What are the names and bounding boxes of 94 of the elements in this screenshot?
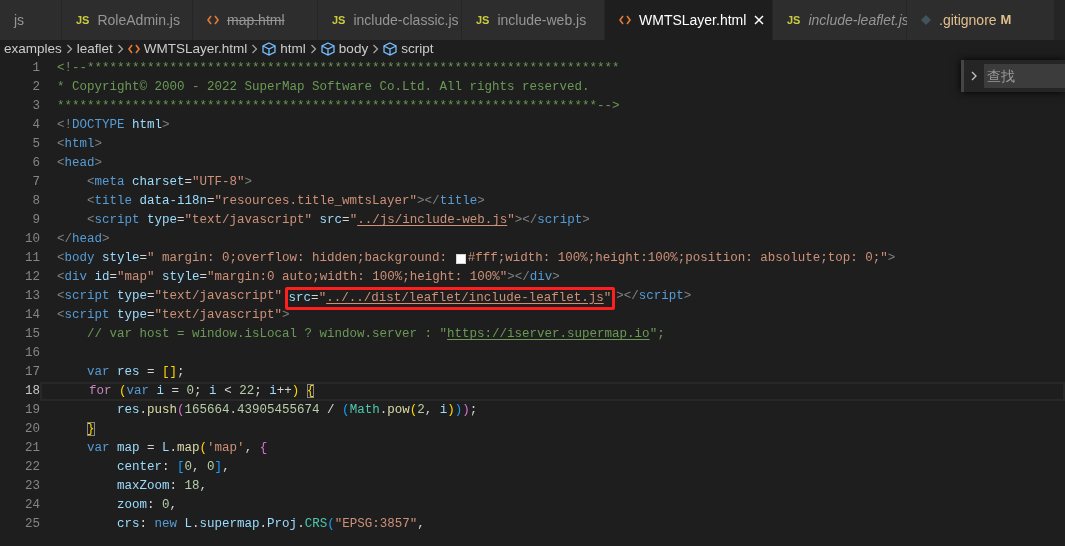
tab-label: include-classic.js xyxy=(353,10,459,30)
line-number: 12 xyxy=(24,269,40,287)
line-number: 20 xyxy=(24,421,40,439)
js-file-icon: JS xyxy=(476,11,490,29)
line-number: 7 xyxy=(31,174,40,192)
line-number: 22 xyxy=(24,459,40,477)
code-text: <body style=" margin: 0;overflow: hidden;background: xyxy=(57,250,449,268)
line-number: 9 xyxy=(31,212,40,230)
html-file-icon xyxy=(207,15,219,25)
cube-icon xyxy=(320,42,335,56)
find-field[interactable]: 查找 xyxy=(984,64,1065,88)
line-number: 14 xyxy=(24,307,40,325)
html-file-icon xyxy=(619,15,631,25)
code-text: res.push(165664.43905455674 / (Math.pow(2, i))); xyxy=(116,402,478,420)
breadcrumb-item[interactable]: html xyxy=(280,38,306,60)
js-file-icon: JS xyxy=(76,11,90,29)
line-number: 4 xyxy=(31,117,40,135)
code-text: </head> xyxy=(57,231,110,249)
code-text: center: [0, 0], xyxy=(116,459,230,477)
tab-label: include-leaflet.js xyxy=(808,10,909,30)
chevron-icon xyxy=(251,44,259,54)
code-text: #fff;width: 100%;height:100%;position: absolute;top: 0;"> xyxy=(467,250,896,268)
code-text: <head> xyxy=(57,155,103,173)
code-text: ************************************************************************--> xyxy=(57,98,620,116)
breadcrumb-item[interactable]: leaflet xyxy=(76,38,113,60)
editor-tab[interactable]: .gitignore M xyxy=(907,0,1055,40)
html-file-icon xyxy=(127,44,140,54)
js-file-icon: JS xyxy=(332,11,346,29)
editor-tab[interactable]: WMTSLayer.html xyxy=(605,0,773,40)
code-text: <script type="text/javascript"> xyxy=(57,307,290,325)
line-number: 25 xyxy=(24,516,40,534)
code-text: zoom: 0, xyxy=(116,497,178,515)
chevron-icon xyxy=(372,44,380,54)
code-text: <html> xyxy=(57,136,103,154)
tab-label: js xyxy=(14,10,25,30)
code-text: <title data-i18n="resources.title_wmtsLayer"></title> xyxy=(86,193,485,211)
line-number: 13 xyxy=(24,288,40,306)
chevron-icon xyxy=(116,44,124,54)
line-number: 15 xyxy=(24,326,40,344)
line-number: 18 xyxy=(24,383,40,401)
code-text: * Copyright© 2000 - 2022 SuperMap Software Co.Ltd. All rights reserved. xyxy=(57,79,590,97)
tab-label: .gitignore xyxy=(939,10,997,30)
line-number: 23 xyxy=(24,478,40,496)
code-text: <div id="map" style="margin:0 auto;width: 100%;height: 100%"></div> xyxy=(57,269,560,287)
line-number: 5 xyxy=(31,136,40,154)
breadcrumb-item[interactable]: examples xyxy=(4,38,62,60)
breadcrumb-item[interactable]: WMTSLayer.html xyxy=(143,38,248,60)
line-number: 2 xyxy=(31,79,40,97)
editor-tab[interactable]: JS include-web.js xyxy=(462,0,605,40)
editor-tab[interactable]: JS include-classic.js xyxy=(318,0,462,40)
code-text: <!DOCTYPE html> xyxy=(57,117,170,135)
line-number: 24 xyxy=(24,497,40,515)
code-text: <!--*********************************************************************** xyxy=(57,60,620,78)
git-status-label: M xyxy=(1000,11,1012,30)
line-number: 10 xyxy=(24,231,40,249)
code-text: maxZoom: 18, xyxy=(116,478,208,496)
line-number: 8 xyxy=(31,193,40,211)
code-text: ></script> xyxy=(616,288,692,306)
tab-label: map.html xyxy=(227,10,285,30)
editor-tab[interactable]: js xyxy=(0,0,62,40)
code-text: crs: new L.supermap.Proj.CRS("EPSG:3857", xyxy=(116,516,425,534)
js-file-icon: JS xyxy=(787,11,801,29)
code-text: } xyxy=(86,421,95,439)
line-number: 21 xyxy=(24,440,40,458)
breadcrumb-item[interactable]: script xyxy=(401,38,434,60)
chevron-icon xyxy=(309,44,317,54)
editor-tab[interactable]: map.html xyxy=(193,0,318,40)
editor-tab[interactable]: JS RoleAdmin.js xyxy=(62,0,193,40)
line-number: 6 xyxy=(31,155,40,173)
code-text: var res = []; xyxy=(86,364,185,382)
line-number: 11 xyxy=(24,250,40,268)
code-text: // var host = window.isLocal ? window.server : "https://iserver.supermap.io"; xyxy=(86,326,665,344)
color-swatch-icon[interactable] xyxy=(455,253,466,264)
code-text: <script type="text/javascript" xyxy=(57,288,284,306)
line-number: 17 xyxy=(24,364,40,382)
code-text: <script type="text/javascript" src="../js/include-web.js"></script> xyxy=(86,212,590,230)
cube-icon xyxy=(383,42,398,56)
line-number: 16 xyxy=(24,345,40,363)
line-number: 3 xyxy=(31,98,40,116)
code-text: <meta charset="UTF-8"> xyxy=(86,174,253,192)
tab-label: WMTSLayer.html xyxy=(639,10,747,30)
editor-tab[interactable]: JS include-leaflet.js xyxy=(773,0,907,40)
breadcrumb-item[interactable]: body xyxy=(338,38,369,60)
code-text: src="../../dist/leaflet/include-leaflet.js" xyxy=(288,289,612,307)
code-text: for (var i = 0; i < 22; i++) { xyxy=(88,383,315,401)
chevron-icon xyxy=(65,44,73,54)
code-text: var map = L.map('map', { xyxy=(86,440,268,458)
cube-icon xyxy=(262,42,277,56)
tab-label: RoleAdmin.js xyxy=(97,10,180,30)
close-icon[interactable] xyxy=(754,15,765,25)
line-number: 1 xyxy=(31,60,40,78)
tab-label: include-web.js xyxy=(497,10,587,30)
line-number: 19 xyxy=(24,402,40,420)
diamond-icon xyxy=(921,15,931,25)
